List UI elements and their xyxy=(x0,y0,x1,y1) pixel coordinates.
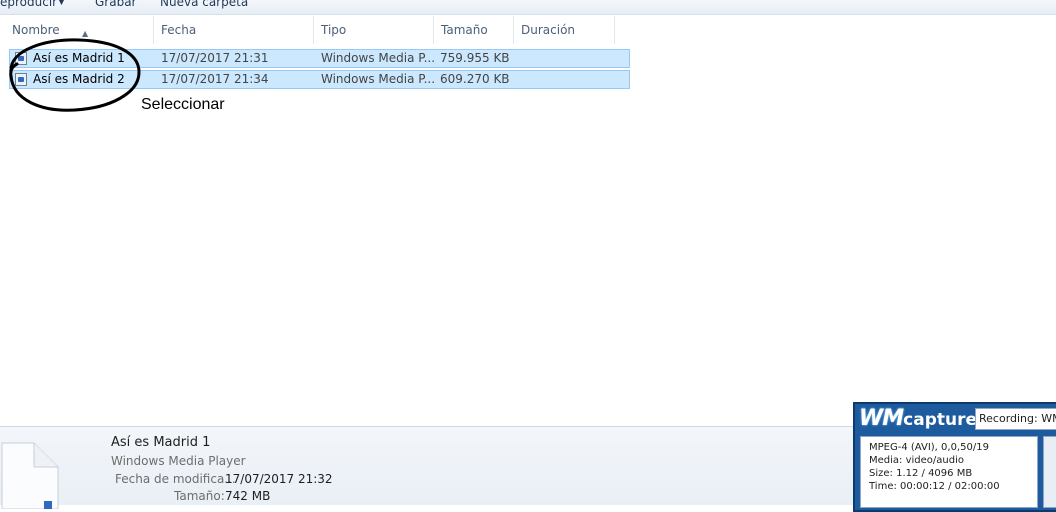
file-thumbnail-icon xyxy=(1,442,59,509)
wmcapture-logo-capture: capture xyxy=(903,410,978,430)
details-size-label: Tamaño: xyxy=(174,489,225,503)
column-header-type-label: Tipo xyxy=(321,23,347,37)
file-type: Windows Media P... xyxy=(321,51,436,65)
column-header-duration[interactable]: Duración xyxy=(515,16,615,44)
chevron-down-icon[interactable]: ▼ xyxy=(58,0,65,7)
column-header-date-label: Fecha xyxy=(161,23,197,37)
details-file-name: Así es Madrid 1 xyxy=(111,435,211,450)
details-modified-label: Fecha de modifica... xyxy=(115,472,236,486)
play-button[interactable]: eproducir xyxy=(0,0,57,9)
column-header-type[interactable]: Tipo xyxy=(315,16,434,44)
recording-status: Recording: WMC xyxy=(975,408,1056,430)
file-size: 759.955 KB xyxy=(440,51,510,65)
details-modified-value: 17/07/2017 21:32 xyxy=(225,472,333,486)
recording-size: Size: 1.12 / 4096 MB xyxy=(869,468,973,479)
wmcapture-logo: WMcapture xyxy=(859,406,978,431)
recording-time: Time: 00:00:12 / 02:00:00 xyxy=(869,481,1000,492)
details-file-app: Windows Media Player xyxy=(111,454,246,468)
file-type: Windows Media P... xyxy=(321,72,436,86)
column-header-size[interactable]: Tamaño xyxy=(435,16,514,44)
annotation-text: Seleccionar xyxy=(141,96,225,113)
column-header-size-label: Tamaño xyxy=(441,23,488,37)
toolbar: eproducir ▼ Grabar Nueva carpeta xyxy=(0,0,1056,15)
column-header-date[interactable]: Fecha xyxy=(155,16,314,44)
recording-format: MPEG-4 (AVI), 0,0,50/19 xyxy=(869,442,989,453)
burn-button[interactable]: Grabar xyxy=(95,0,137,9)
new-folder-button[interactable]: Nueva carpeta xyxy=(160,0,248,9)
file-size: 609.270 KB xyxy=(440,72,510,86)
file-date: 17/07/2017 21:31 xyxy=(161,51,269,65)
annotation-ellipse xyxy=(9,38,141,112)
file-date: 17/07/2017 21:34 xyxy=(161,72,269,86)
recording-info-panel: MPEG-4 (AVI), 0,0,50/19 Media: video/aud… xyxy=(860,436,1038,508)
recording-side-panel xyxy=(1043,436,1056,508)
details-size-value: 742 MB xyxy=(225,489,271,503)
recording-media: Media: video/audio xyxy=(869,455,964,466)
wmcapture-logo-wm: WM xyxy=(859,406,904,431)
column-header-bar: Nombre ▲ Fecha Tipo Tamaño Duración xyxy=(0,16,1056,44)
wmcapture-widget[interactable]: WMcapture Recording: WMC MPEG-4 (AVI), 0… xyxy=(853,402,1056,512)
column-header-duration-label: Duración xyxy=(521,23,576,37)
